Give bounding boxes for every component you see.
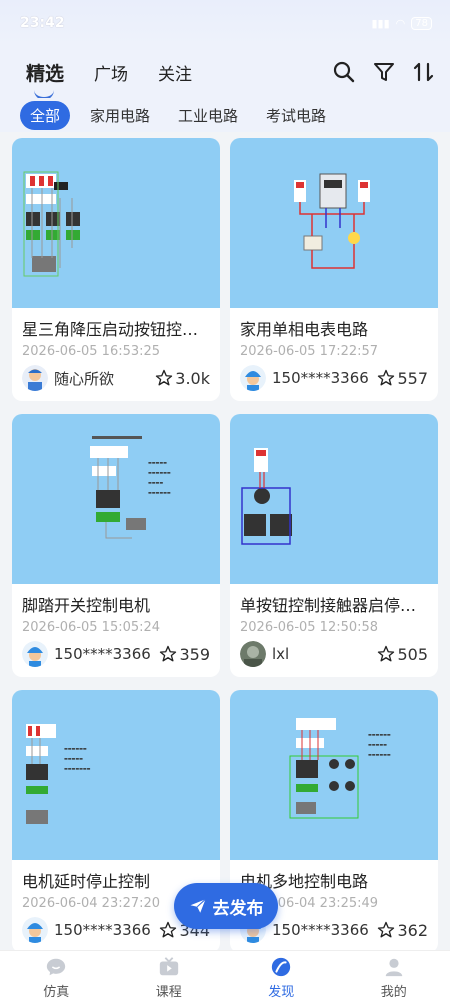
user-icon <box>385 958 402 977</box>
post-title: 星三角降压启动按钮控制电路 <box>22 320 220 339</box>
post-card[interactable]: 家用单相电表电路 2026-06-05 17:22:57 150****3366… <box>230 138 438 401</box>
search-icon[interactable] <box>332 60 356 84</box>
battery-icon: 78 <box>411 16 432 30</box>
star-icon <box>160 921 177 938</box>
circuit-thumbnail <box>230 138 438 308</box>
svg-text:▬▬▬▬▬: ▬▬▬▬▬ <box>148 460 167 465</box>
nav-label: 发现 <box>268 985 295 1000</box>
chip-exam-circuit[interactable]: 考试电路 <box>258 102 334 129</box>
status-icons: ▮▮▮ ◠ 78 <box>371 16 432 30</box>
signal-icon: ▮▮▮ <box>371 16 390 30</box>
tv-icon <box>159 957 178 976</box>
favorite-count[interactable]: 505 <box>377 645 428 664</box>
status-time: 23:42 <box>20 15 65 31</box>
circuit-thumbnail <box>12 138 220 308</box>
circuit-thumbnail: ▬▬▬▬▬▬ ▬▬▬▬▬ ▬▬▬▬▬▬ <box>230 690 438 860</box>
avatar[interactable] <box>22 365 48 391</box>
post-date: 2026-06-05 12:50:58 <box>240 620 379 635</box>
post-card[interactable]: 星三角降压启动按钮控制电路 2026-06-05 16:53:25 随心所欲 3… <box>12 138 220 401</box>
publish-label: 去发布 <box>212 898 264 919</box>
svg-text:▬▬▬▬▬▬: ▬▬▬▬▬▬ <box>64 746 87 751</box>
post-author[interactable]: lxl <box>272 645 371 663</box>
post-title: 脚踏开关控制电机 <box>22 596 151 615</box>
post-author[interactable]: 150****3366 <box>54 645 153 663</box>
post-date: 2026-06-05 17:22:57 <box>240 344 379 359</box>
nav-simulation[interactable]: 仿真 <box>0 951 113 1005</box>
post-date: 2026-06-05 15:05:24 <box>22 620 161 635</box>
star-icon <box>156 369 173 386</box>
send-icon <box>190 898 206 913</box>
avatar[interactable] <box>22 641 48 667</box>
nav-label: 我的 <box>380 985 407 1000</box>
nav-label: 仿真 <box>43 985 70 1000</box>
star-icon <box>378 645 395 662</box>
star-icon <box>378 921 395 938</box>
star-count: 362 <box>397 920 428 940</box>
favorite-count[interactable]: 359 <box>159 645 210 664</box>
post-title: 家用单相电表电路 <box>240 320 369 339</box>
circuit-thumbnail: ▬▬▬▬▬ ▬▬▬▬▬▬ ▬▬▬▬ ▬▬▬▬▬▬ <box>12 414 220 584</box>
bottom-nav: 仿真 课程 发现 我的 <box>0 950 450 1005</box>
publish-button[interactable]: 去发布 <box>174 883 278 929</box>
post-author[interactable]: 150****3366 <box>272 921 371 939</box>
favorite-count[interactable]: 557 <box>377 369 428 388</box>
star-count: 505 <box>397 644 428 664</box>
tab-featured[interactable]: 精选 <box>26 59 64 100</box>
star-count: 557 <box>397 368 428 388</box>
post-author[interactable]: 150****3366 <box>272 369 371 387</box>
sort-icon[interactable] <box>412 60 436 84</box>
nav-courses[interactable]: 课程 <box>113 951 226 1005</box>
svg-text:▬▬▬▬▬▬▬: ▬▬▬▬▬▬▬ <box>64 766 91 771</box>
favorite-count[interactable]: 3.0k <box>155 369 210 388</box>
category-filter: 全部 家用电路 工业电路 考试电路 <box>0 98 450 132</box>
post-card[interactable]: 单按钮控制接触器启停电路 2026-06-05 12:50:58 lxl 505 <box>230 414 438 677</box>
star-icon <box>160 645 177 662</box>
nav-discover[interactable]: 发现 <box>225 951 338 1005</box>
top-header: 精选 广场 关注 <box>0 46 450 100</box>
post-grid: 星三角降压启动按钮控制电路 2026-06-05 16:53:25 随心所欲 3… <box>12 138 438 953</box>
filter-icon[interactable] <box>372 60 396 84</box>
post-card[interactable]: ▬▬▬▬▬ ▬▬▬▬▬▬ ▬▬▬▬ ▬▬▬▬▬▬ 脚踏开关控制电机 2026-0… <box>12 414 220 677</box>
chip-industrial-circuit[interactable]: 工业电路 <box>170 102 246 129</box>
avatar[interactable] <box>22 917 48 943</box>
nav-profile[interactable]: 我的 <box>338 951 450 1005</box>
circuit-thumbnail: ▬▬▬▬▬▬ ▬▬▬▬▬ ▬▬▬▬▬▬▬ <box>12 690 220 860</box>
star-count: 3.0k <box>175 368 210 388</box>
circuit-thumbnail <box>230 414 438 584</box>
post-date: 2026-06-05 16:53:25 <box>22 344 161 359</box>
chip-all[interactable]: 全部 <box>20 100 71 130</box>
status-bar: 23:42 ▮▮▮ ◠ 78 <box>0 0 450 46</box>
chip-home-circuit[interactable]: 家用电路 <box>82 102 158 129</box>
compass-icon <box>272 957 291 977</box>
svg-text:▬▬▬▬▬▬: ▬▬▬▬▬▬ <box>148 470 171 475</box>
svg-text:▬▬▬▬▬▬: ▬▬▬▬▬▬ <box>368 752 391 757</box>
post-author[interactable]: 150****3366 <box>54 921 153 939</box>
svg-text:▬▬▬▬: ▬▬▬▬ <box>148 480 163 485</box>
post-title: 单按钮控制接触器启停电路 <box>240 596 433 615</box>
chat-bubble-icon <box>47 958 66 976</box>
avatar[interactable] <box>240 641 266 667</box>
tab-square[interactable]: 广场 <box>94 60 128 85</box>
svg-text:▬▬▬▬▬: ▬▬▬▬▬ <box>64 756 83 761</box>
avatar[interactable] <box>240 365 266 391</box>
nav-label: 课程 <box>155 985 182 1000</box>
svg-text:▬▬▬▬▬: ▬▬▬▬▬ <box>368 742 387 747</box>
tab-following[interactable]: 关注 <box>158 60 192 85</box>
svg-text:▬▬▬▬▬▬: ▬▬▬▬▬▬ <box>148 490 171 495</box>
post-author[interactable]: 随心所欲 <box>54 368 149 389</box>
favorite-count[interactable]: 362 <box>377 921 428 940</box>
wifi-icon: ◠ <box>395 16 406 30</box>
star-count: 359 <box>179 644 210 664</box>
star-icon <box>378 369 395 386</box>
svg-text:▬▬▬▬▬▬: ▬▬▬▬▬▬ <box>368 732 391 737</box>
